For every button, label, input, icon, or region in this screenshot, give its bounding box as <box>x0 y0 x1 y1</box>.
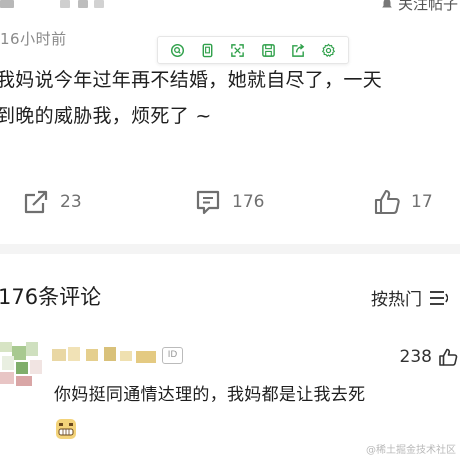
section-divider <box>0 244 460 254</box>
comment-text: 你妈挺同通情达理的，我妈都是让我去死 <box>54 385 366 405</box>
thumbs-up-icon <box>439 348 458 366</box>
share-count: 23 <box>60 192 82 212</box>
copy-icon <box>202 43 213 57</box>
comments-title: 176条评论 <box>0 285 102 309</box>
toolbar-save-button[interactable] <box>258 40 278 60</box>
grin-emoji-icon <box>56 419 76 439</box>
sort-by-hot-button[interactable]: 按热门 <box>371 285 448 310</box>
follow-post-button[interactable]: 关注帖子 <box>380 0 458 14</box>
bell-icon <box>382 0 392 7</box>
settings-icon <box>322 43 336 57</box>
search-icon <box>170 43 184 57</box>
watermark: @稀土掘金技术社区 <box>366 445 456 456</box>
thumbs-up-icon <box>374 189 400 215</box>
toolbar-copy-button[interactable] <box>197 40 217 60</box>
text-selection-toolbar <box>157 36 349 64</box>
comment-like-button[interactable]: 238 <box>400 347 458 367</box>
sort-icon <box>430 290 448 305</box>
avatar[interactable] <box>0 342 44 388</box>
post-time: 16小时前 <box>0 30 67 48</box>
post-text-line-1: 我妈说今年过年再不结婚，她就自尽了，一天 <box>0 69 383 91</box>
post-action-bar: 23 176 17 <box>0 188 460 220</box>
comment-icon <box>196 190 220 215</box>
follow-post-label: 关注帖子 <box>397 0 458 13</box>
blurred-username <box>0 0 120 16</box>
like-button[interactable]: 17 <box>373 188 433 216</box>
toolbar-expand-button[interactable] <box>228 40 248 60</box>
toolbar-share-button[interactable] <box>288 40 308 60</box>
like-count: 17 <box>411 192 433 212</box>
share-icon <box>292 43 305 57</box>
post-detail-page: 关注帖子 16小时前 我妈说今年过年再不结婚，她就自尽了，一天 到晚的威胁我，烦… <box>0 0 460 460</box>
comment-count: 176 <box>232 192 265 212</box>
post-text-line-2: 到晚的威胁我，烦死了 ~ <box>0 105 212 127</box>
post-content: 我妈说今年过年再不结婚，她就自尽了，一天 到晚的威胁我，烦死了 ~ <box>0 62 460 134</box>
toolbar-settings-button[interactable] <box>319 40 339 60</box>
comment-like-count: 238 <box>399 347 432 367</box>
sort-label: 按热门 <box>371 290 422 310</box>
id-badge: ID <box>162 347 183 364</box>
share-button[interactable]: 23 <box>22 188 82 216</box>
comment-button[interactable]: 176 <box>194 188 264 216</box>
save-icon <box>261 43 275 57</box>
blurred-comment-username <box>52 347 162 363</box>
toolbar-search-button[interactable] <box>167 40 187 60</box>
share-icon <box>24 190 48 214</box>
expand-icon <box>231 43 245 57</box>
